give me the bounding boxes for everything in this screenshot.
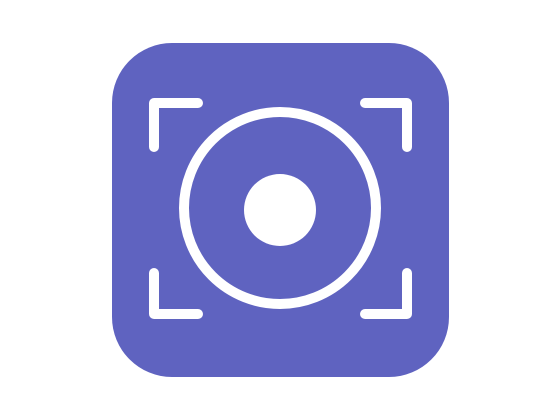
app-icon-graphic: [112, 43, 449, 377]
app-icon[interactable]: [112, 43, 449, 377]
record-dot-icon: [244, 174, 316, 246]
canvas: [0, 0, 560, 420]
